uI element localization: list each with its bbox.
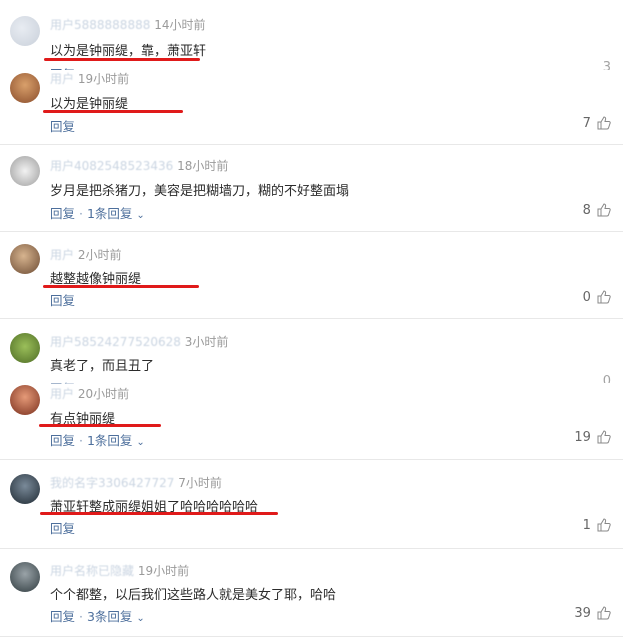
comment-text: 真老了，而且丑了	[50, 359, 155, 374]
comment-meta: 用户 2小时前	[50, 246, 121, 263]
like-number: 39	[574, 606, 591, 621]
username[interactable]: 我的名字3306427727	[50, 476, 174, 490]
like-number: 0	[582, 290, 591, 305]
reply-row: 回复 · 1条回复 ⌄	[50, 433, 145, 448]
red-underline	[39, 424, 161, 427]
username[interactable]: 用户	[50, 248, 74, 262]
view-replies-link[interactable]: 1条回复	[87, 206, 132, 221]
divider	[0, 231, 623, 232]
avatar[interactable]	[10, 16, 40, 46]
reply-button[interactable]: 回复	[50, 206, 75, 221]
timestamp: 7小时前	[178, 476, 222, 490]
like-number: 3	[602, 60, 611, 70]
comment-text: 个个都整，以后我们这些路人就是美女了耶，哈哈	[50, 588, 337, 603]
like-number: 8	[582, 203, 591, 218]
comment-meta: 用户5888888888 14小时前	[50, 16, 205, 33]
thumbs-up-icon[interactable]	[597, 203, 611, 217]
timestamp: 20小时前	[77, 387, 130, 401]
reply-button[interactable]: 回复	[50, 116, 75, 135]
like-number: 1	[582, 518, 591, 533]
like-number: 0	[602, 374, 611, 383]
username[interactable]: 用户4082548523436	[50, 159, 173, 173]
username[interactable]: 用户	[50, 72, 74, 86]
red-underline	[40, 512, 278, 515]
username[interactable]: 用户	[50, 387, 74, 401]
username[interactable]: 用户名称已隐藏	[50, 564, 134, 578]
red-underline	[43, 110, 183, 113]
red-underline	[44, 58, 200, 61]
username[interactable]: 用户58524277520628	[50, 335, 181, 349]
like-number: 19	[574, 430, 591, 445]
reply-button[interactable]: 回复	[50, 433, 75, 448]
avatar[interactable]	[10, 562, 40, 592]
like-number: 7	[582, 116, 591, 131]
avatar[interactable]	[10, 333, 40, 363]
comment-meta: 用户4082548523436 18小时前	[50, 157, 228, 174]
view-replies-link[interactable]: 3条回复	[87, 609, 132, 624]
like-count[interactable]: 7	[583, 116, 611, 131]
avatar[interactable]	[10, 156, 40, 186]
username[interactable]: 用户5888888888	[50, 18, 150, 32]
like-count[interactable]: 1	[583, 518, 611, 533]
like-count[interactable]: 8	[583, 203, 611, 218]
reply-row: 回复 · 1条回复 ⌄	[50, 206, 145, 221]
avatar[interactable]	[10, 385, 40, 415]
timestamp: 19小时前	[77, 72, 130, 86]
timestamp: 14小时前	[154, 18, 206, 32]
avatar[interactable]	[10, 474, 40, 504]
reply-button[interactable]: 回复	[50, 518, 75, 537]
divider	[0, 318, 623, 319]
comment-meta: 用户 20小时前	[50, 385, 129, 402]
like-count[interactable]: 0	[583, 290, 611, 305]
chevron-down-icon[interactable]: ⌄	[136, 613, 144, 624]
reply-button[interactable]: 回复	[50, 609, 75, 624]
reply-button[interactable]: 回复	[50, 290, 75, 309]
divider	[0, 636, 623, 637]
like-count[interactable]: 3	[603, 60, 611, 70]
reply-button[interactable]: 回复	[50, 378, 75, 384]
comment-meta: 我的名字3306427727 7小时前	[50, 474, 222, 491]
like-count[interactable]: 19	[574, 430, 611, 445]
timestamp: 18小时前	[177, 159, 229, 173]
comment-text: 以为是钟丽缇，靠，萧亚轩	[50, 44, 207, 59]
thumbs-up-icon[interactable]	[597, 518, 611, 532]
timestamp: 2小时前	[77, 248, 122, 262]
comment-meta: 用户名称已隐藏 19小时前	[50, 562, 189, 579]
chevron-down-icon[interactable]: ⌄	[136, 210, 144, 221]
thumbs-up-icon[interactable]	[597, 116, 611, 130]
comment-meta: 用户58524277520628 3小时前	[50, 333, 228, 350]
thumbs-up-icon[interactable]	[597, 606, 611, 620]
like-count[interactable]: 39	[574, 606, 611, 621]
avatar[interactable]	[10, 73, 40, 103]
divider	[0, 548, 623, 549]
comment-meta: 用户 19小时前	[50, 70, 129, 87]
timestamp: 19小时前	[137, 564, 190, 578]
red-underline	[43, 285, 199, 288]
chevron-down-icon[interactable]: ⌄	[136, 437, 144, 448]
like-count[interactable]: 0	[603, 374, 611, 383]
thumbs-up-icon[interactable]	[597, 430, 611, 444]
view-replies-link[interactable]: 1条回复	[87, 433, 132, 448]
divider	[0, 144, 623, 145]
reply-row: 回复 · 3条回复 ⌄	[50, 609, 145, 624]
thumbs-up-icon[interactable]	[597, 290, 611, 304]
timestamp: 3小时前	[184, 335, 229, 349]
avatar[interactable]	[10, 244, 40, 274]
divider	[0, 459, 623, 460]
comment-text: 岁月是把杀猪刀，美容是把糊墙刀，糊的不好整面塌	[50, 184, 350, 199]
